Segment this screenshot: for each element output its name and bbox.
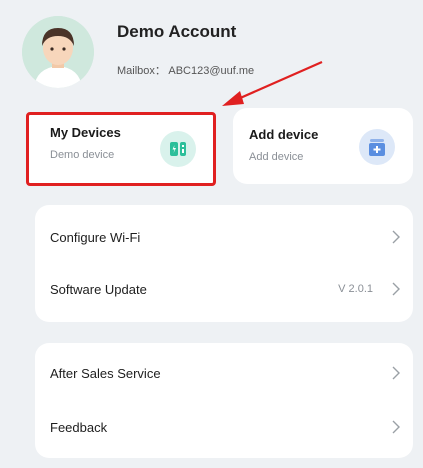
version-value: V 2.0.1: [338, 283, 373, 295]
after-sales-service-row[interactable]: After Sales Service: [35, 349, 413, 399]
chevron-right-icon: [391, 366, 401, 380]
support-menu: After Sales Service Feedback: [35, 343, 413, 458]
my-devices-card[interactable]: My Devices Demo device: [26, 112, 216, 186]
my-devices-subtitle: Demo device: [50, 149, 115, 161]
row-label: Configure Wi-Fi: [50, 230, 141, 245]
feedback-row[interactable]: Feedback: [35, 403, 413, 453]
chevron-right-icon: [391, 230, 401, 244]
chevron-right-icon: [391, 282, 401, 296]
profile-header: Demo Account Mailbox： ABC123@uuf.me: [20, 10, 420, 100]
add-device-subtitle: Add device: [249, 151, 304, 163]
add-device-title: Add device: [249, 127, 319, 142]
row-label: Feedback: [50, 420, 108, 435]
my-devices-title: My Devices: [50, 125, 121, 140]
add-device-card[interactable]: Add device Add device: [233, 108, 413, 184]
software-update-row[interactable]: Software Update V 2.0.1: [35, 265, 413, 315]
settings-menu: Configure Wi-Fi Software Update V 2.0.1: [35, 205, 413, 322]
row-label: After Sales Service: [50, 366, 161, 381]
chevron-right-icon: [391, 420, 401, 434]
device-icon: [160, 131, 196, 167]
avatar[interactable]: [22, 16, 94, 88]
account-name: Demo Account: [117, 22, 237, 41]
row-label: Software Update: [50, 282, 147, 297]
configure-wifi-row[interactable]: Configure Wi-Fi: [35, 213, 413, 263]
user-avatar-icon: [22, 16, 94, 88]
add-box-icon: [359, 129, 395, 165]
mailbox-label: Mailbox： ABC123@uuf.me: [117, 65, 255, 77]
